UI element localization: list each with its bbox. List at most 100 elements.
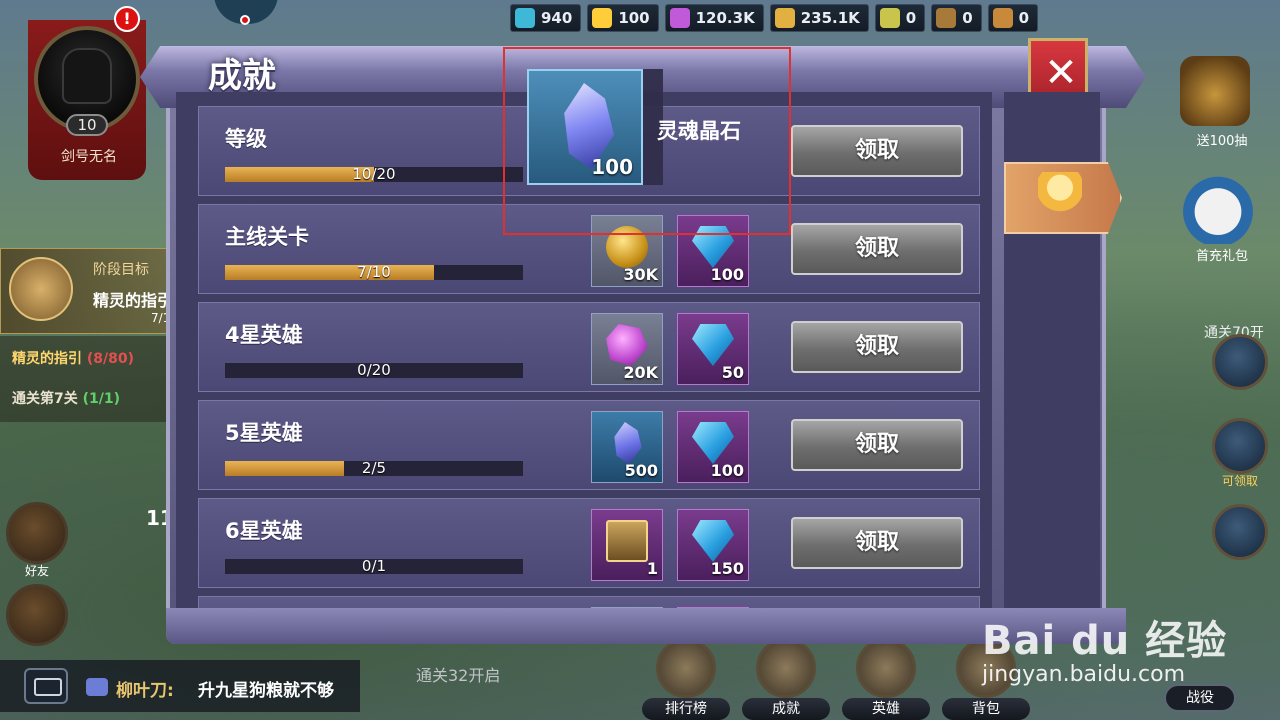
first-charge-label: 首充礼包	[1195, 249, 1248, 264]
progress-text: 7/10	[357, 263, 391, 281]
lucky-bag-button[interactable]	[1212, 504, 1268, 560]
resource-value: 0	[962, 9, 973, 27]
compass-button[interactable]	[1212, 334, 1268, 390]
chat-sender: 柳叶刀:	[116, 681, 174, 701]
quest-item-progress: (1/1)	[82, 391, 121, 407]
chat-message: 升九星狗粮就不够	[198, 681, 334, 701]
hero-card-icon	[606, 520, 648, 562]
reward-amount: 1	[646, 559, 658, 578]
tooltip-amount: 100	[591, 155, 633, 179]
nav-hero[interactable]: 英雄	[842, 638, 930, 720]
resource-energy[interactable]: 100	[587, 4, 659, 32]
nav-label: 成就	[742, 698, 830, 720]
achievement-row: 4星英雄 0/20 20K 50 领取	[198, 302, 980, 392]
progress-bar: 10/20	[225, 165, 523, 183]
panda-gift-icon[interactable]	[1176, 172, 1260, 244]
tab-achievement[interactable]	[1004, 162, 1122, 234]
nav-label: 排行榜	[642, 698, 730, 720]
resource-chest[interactable]: 0	[987, 4, 1039, 32]
achievement-title: 等级	[225, 127, 267, 151]
resource-value: 100	[618, 9, 650, 27]
reward-item[interactable]: 500	[591, 411, 663, 483]
alert-icon: !	[114, 6, 140, 32]
quest-item-stage[interactable]: 通关第7关 (1/1)	[12, 388, 120, 408]
friends-label: 好友	[24, 564, 49, 578]
resource-value: 0	[905, 9, 917, 27]
reward-item[interactable]: 150	[677, 509, 749, 581]
resource-gems[interactable]: 940	[510, 4, 582, 32]
nav-achievement[interactable]: 成就	[742, 638, 830, 720]
ranking-icon	[656, 638, 716, 698]
gem-plus-icon	[515, 8, 535, 28]
reward-amount: 100	[710, 265, 744, 284]
world-channel-icon	[86, 678, 108, 696]
trophy-icon	[1038, 172, 1082, 224]
watermark-logo: Bai du 经验	[982, 618, 1228, 664]
claimable-label: 可领取	[1221, 474, 1258, 488]
diamond-icon	[692, 520, 734, 562]
reward-item[interactable]: 1	[591, 509, 663, 581]
dialog-title: 成就	[208, 56, 276, 96]
scroll-icon	[936, 8, 957, 28]
chest-label: 送100抽	[1196, 134, 1248, 149]
reward-amount: 150	[710, 559, 744, 578]
progress-bar: 0/1	[225, 557, 523, 575]
claim-button[interactable]: 领取	[791, 419, 963, 471]
resource-value: 940	[541, 9, 573, 27]
elf-portrait-icon	[9, 257, 73, 321]
nav-label: 英雄	[842, 698, 930, 720]
friends-button[interactable]	[6, 502, 68, 564]
progress-bar: 7/10	[225, 263, 523, 281]
progress-text: 2/5	[361, 459, 387, 477]
resource-feather[interactable]: 0	[874, 4, 926, 32]
resource-gold[interactable]: 235.1K	[769, 4, 869, 32]
reward-amount: 500	[624, 461, 658, 480]
claim-button[interactable]: 领取	[791, 321, 963, 373]
resource-bar: 940 100 120.3K 235.1K 0 0 0	[510, 4, 1039, 34]
claim-button[interactable]: 领取	[791, 125, 963, 177]
soul-crystal-icon	[614, 422, 642, 464]
nav-ranking[interactable]: 排行榜	[642, 638, 730, 720]
close-icon: ✕	[1044, 50, 1078, 96]
achievement-title: 5星英雄	[225, 421, 303, 445]
mail-button[interactable]	[6, 584, 68, 646]
player-level-badge: 10	[66, 114, 108, 136]
reward-amount: 30K	[623, 265, 658, 284]
unlock-hint: 通关32开启	[416, 666, 501, 685]
resource-value: 120.3K	[695, 9, 755, 27]
watermark: Bai du 经验 jingyan.baidu.com	[982, 608, 1228, 687]
resource-value: 0	[1018, 9, 1030, 27]
reward-item[interactable]: 50	[677, 313, 749, 385]
diamond-icon	[692, 324, 734, 366]
gold-coin-icon	[774, 8, 795, 28]
reward-item[interactable]: 100	[677, 411, 749, 483]
tooltip-item-frame: 100	[527, 69, 643, 185]
chat-icon[interactable]	[24, 668, 68, 704]
feather-icon	[879, 8, 900, 28]
notification-dot	[240, 15, 250, 25]
treasure-chest-icon[interactable]	[1180, 56, 1250, 126]
claim-button[interactable]: 领取	[791, 223, 963, 275]
achievement-title: 6星英雄	[225, 519, 303, 543]
achievement-icon	[756, 638, 816, 698]
achievement-title: 主线关卡	[225, 225, 309, 249]
purple-gem-icon	[669, 8, 690, 28]
quest-item-elf[interactable]: 精灵的指引 (8/80)	[12, 348, 134, 368]
watermark-url: jingyan.baidu.com	[982, 662, 1186, 687]
purple-gem-icon	[606, 324, 648, 366]
reward-amount: 20K	[623, 363, 658, 382]
reward-item[interactable]: 20K	[591, 313, 663, 385]
lightning-icon	[592, 8, 613, 28]
claim-button[interactable]: 领取	[791, 517, 963, 569]
resource-purple-gem[interactable]: 120.3K	[664, 4, 764, 32]
resource-scroll[interactable]: 0	[931, 4, 982, 32]
nav-label: 背包	[942, 698, 1030, 720]
item-tooltip: 100 灵魂晶石	[503, 47, 791, 235]
quest-item-name: 精灵的指引	[12, 351, 82, 367]
progress-bar: 2/5	[225, 459, 523, 477]
reward-book-button[interactable]	[1212, 418, 1268, 474]
helmet-icon	[62, 48, 112, 104]
reward-amount: 50	[721, 363, 744, 382]
battle-button[interactable]: 战役	[1164, 684, 1236, 712]
achievement-title: 4星英雄	[225, 323, 303, 347]
